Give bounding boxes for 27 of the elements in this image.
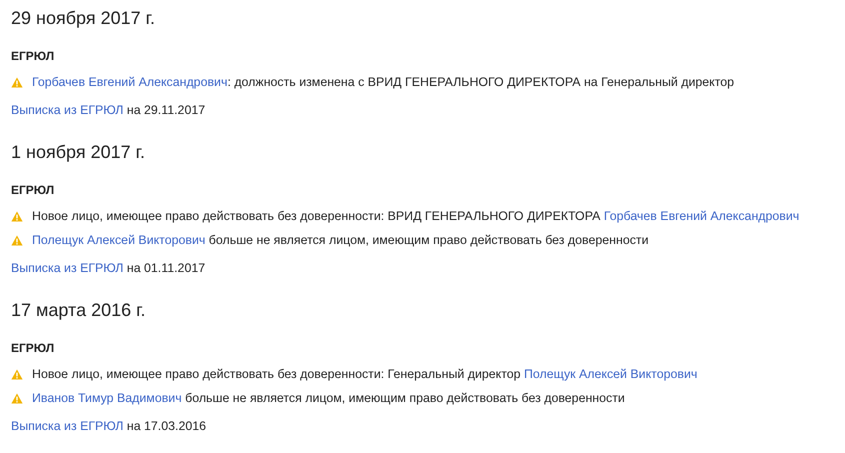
extract-link[interactable]: Выписка из ЕГРЮЛ [11, 103, 124, 117]
extract-link[interactable]: Выписка из ЕГРЮЛ [11, 261, 124, 275]
event-text: Новое лицо, имеющее право действовать без доверенности: ВРИД ГЕНЕРАЛЬНОГО ДИРЕКТОРА Горбачев Евгений Александрович [32, 208, 800, 224]
warning-icon [11, 392, 23, 404]
date-heading: 17 марта 2016 г. [11, 299, 146, 322]
event-text: Иванов Тимур Вадимович больше не является лицом, имеющим право действовать без доверенности [32, 390, 625, 406]
person-link[interactable]: Горбачев Евгений Александрович [604, 209, 800, 223]
event-text: Горбачев Евгений Александрович: должность изменена с ВРИД ГЕНЕРАЛЬНОГО ДИРЕКТОРА на Генеральный директор [32, 74, 734, 90]
person-link[interactable]: Иванов Тимур Вадимович [32, 391, 182, 405]
extract-link[interactable]: Выписка из ЕГРЮЛ [11, 419, 124, 433]
person-link[interactable]: Горбачев Евгений Александрович [32, 75, 228, 89]
warning-icon [11, 210, 23, 222]
date-heading: 29 ноября 2017 г. [11, 7, 156, 30]
person-link[interactable]: Полещук Алексей Викторович [524, 367, 698, 381]
source-label: ЕГРЮЛ [11, 48, 56, 64]
warning-icon [11, 368, 23, 380]
event-text: Полещук Алексей Викторович больше не является лицом, имеющим право действовать без доверенности [32, 232, 649, 248]
warning-icon [11, 234, 23, 246]
source-label: ЕГРЮЛ [11, 182, 56, 198]
extract-text: Выписка из ЕГРЮЛ на 29.11.2017 [11, 102, 206, 118]
warning-icon [11, 76, 23, 88]
event-text: Новое лицо, имеющее право действовать без доверенности: Генеральный директор Полещук Алексей Викторович [32, 366, 698, 382]
extract-text: Выписка из ЕГРЮЛ на 01.11.2017 [11, 260, 206, 276]
extract-text: Выписка из ЕГРЮЛ на 17.03.2016 [11, 418, 208, 434]
date-heading: 1 ноября 2017 г. [11, 141, 146, 164]
person-link[interactable]: Полещук Алексей Викторович [32, 233, 206, 247]
source-label: ЕГРЮЛ [11, 340, 56, 356]
